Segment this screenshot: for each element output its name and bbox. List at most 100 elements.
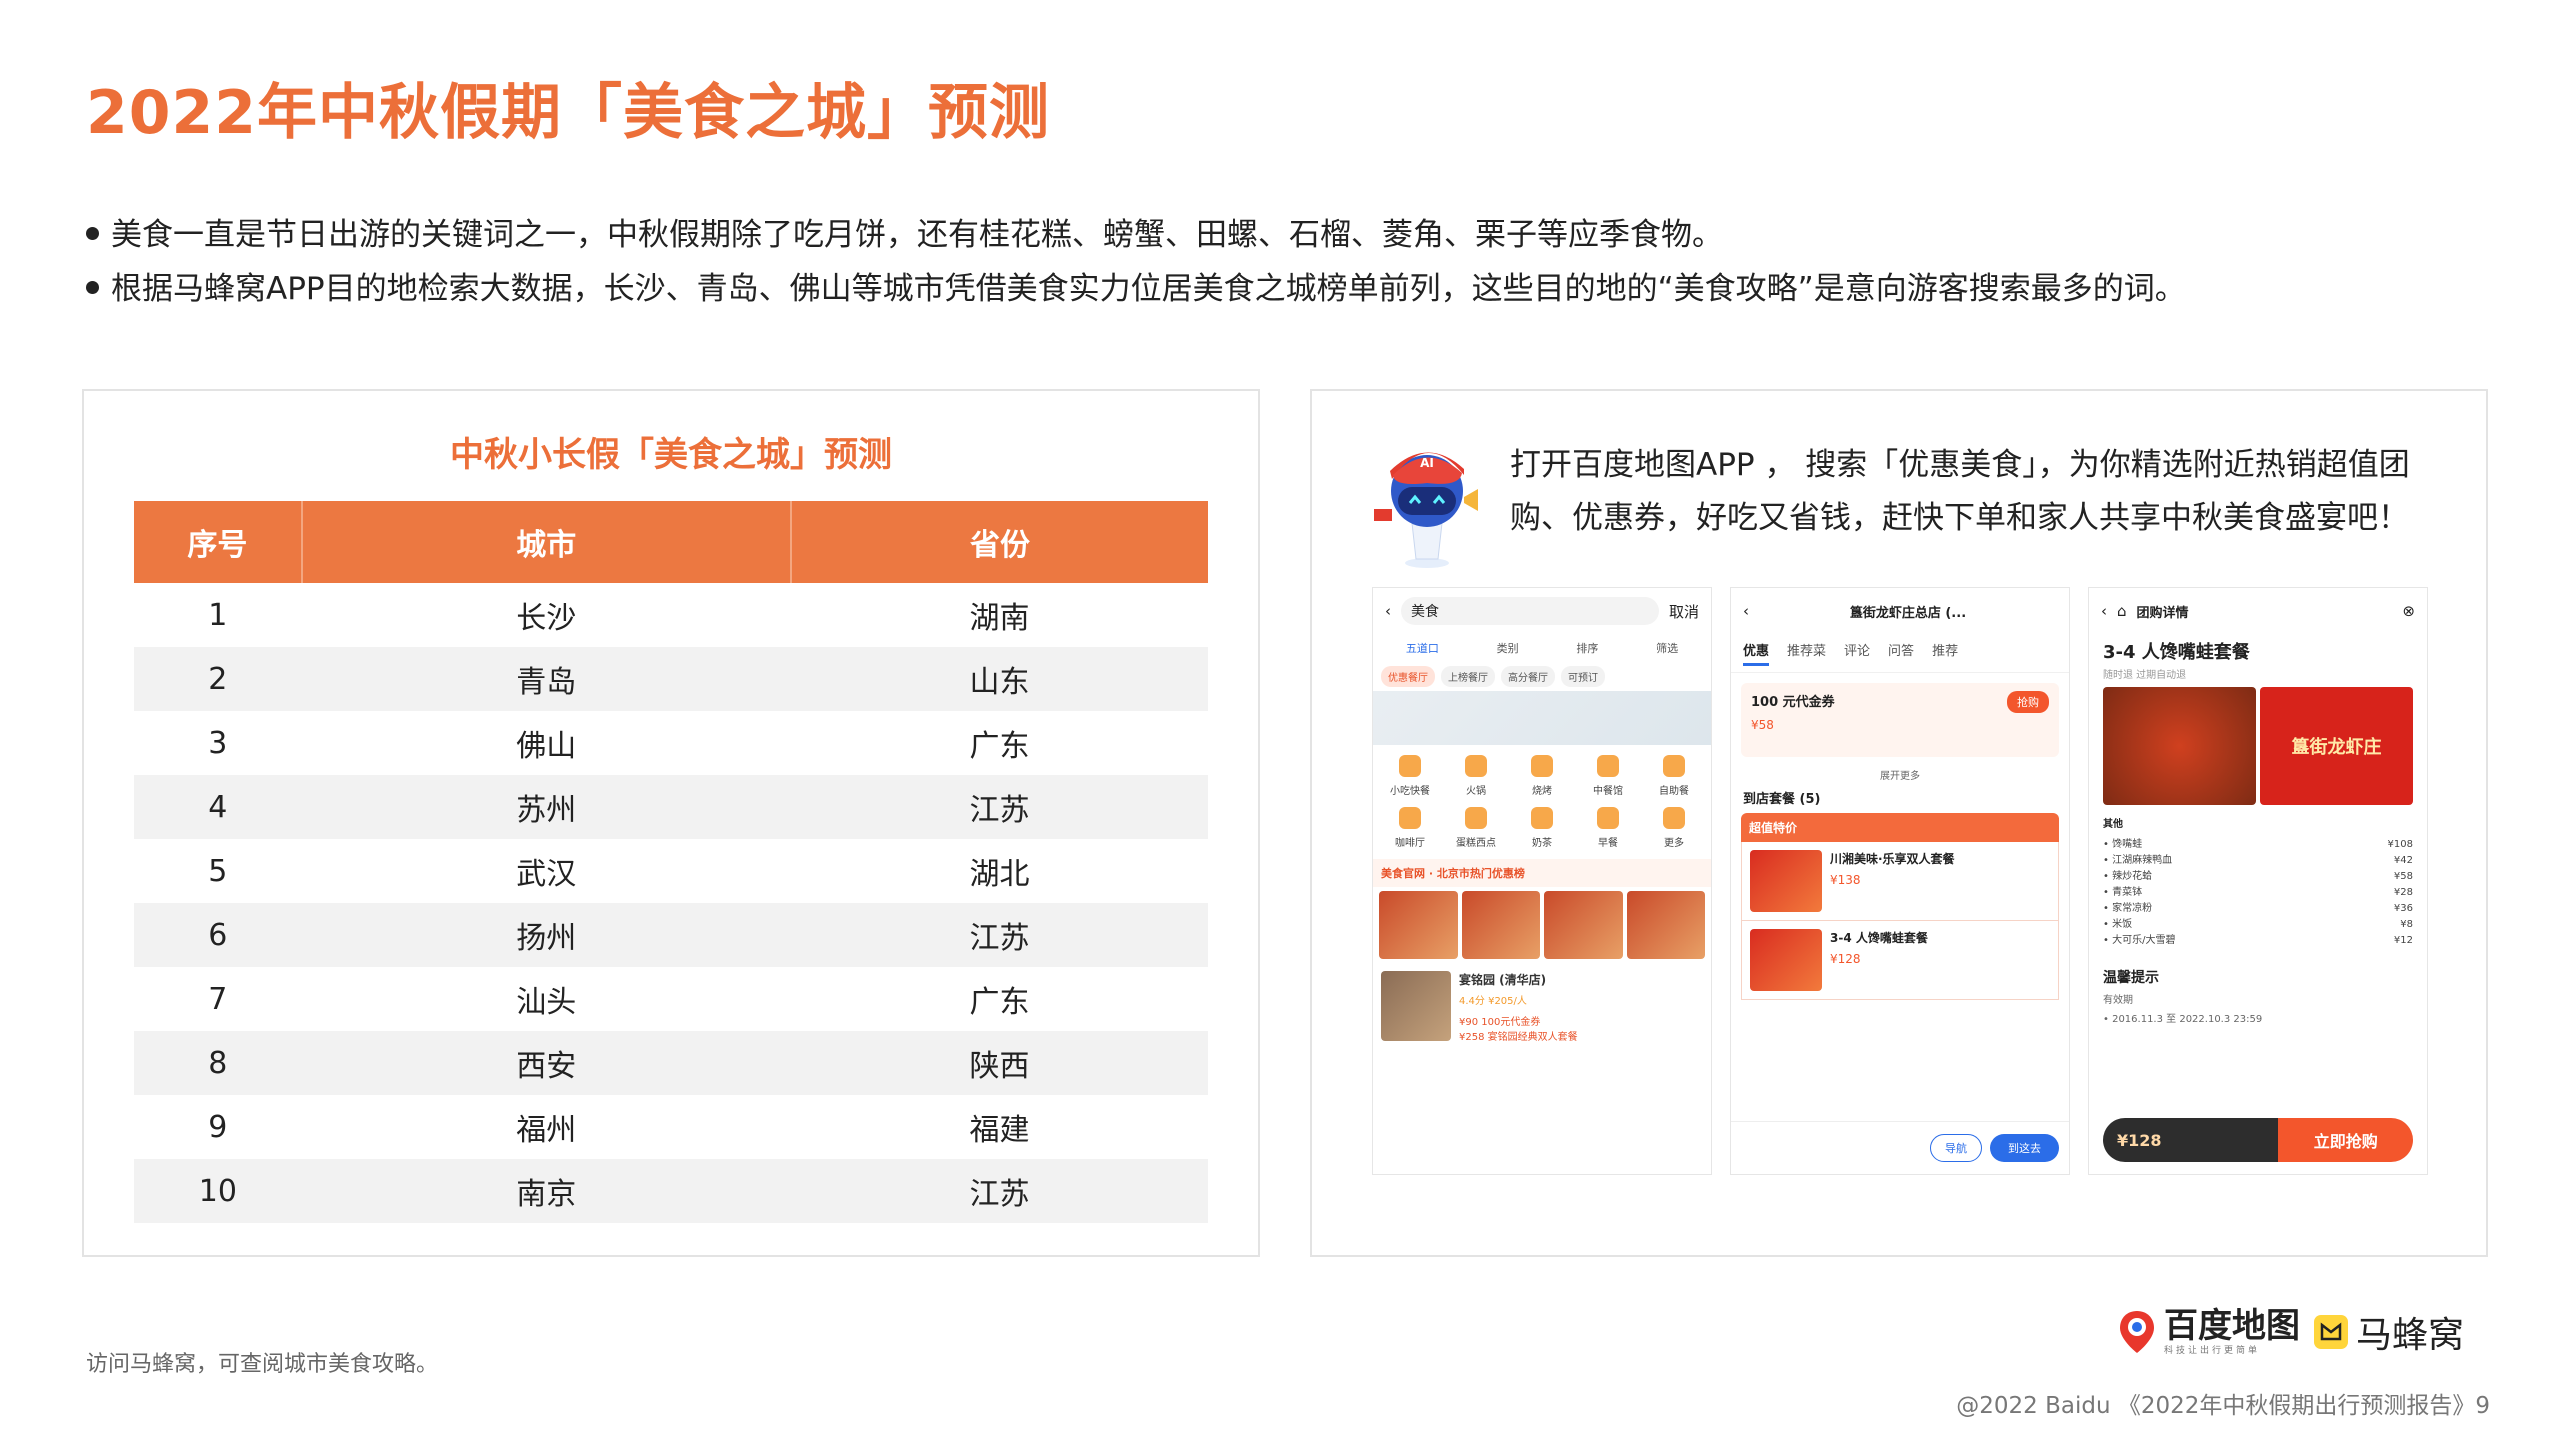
- province-cell: 山东: [790, 647, 1208, 711]
- shop-tabs: 优惠 推荐菜 评论 问答 推荐: [1731, 634, 2069, 673]
- deal-item[interactable]: 3-4 人馋嘴蛙套餐 ¥128: [1741, 921, 2059, 1000]
- city-cell: 福州: [516, 1113, 577, 1148]
- coupon-line: ¥90 100元代金券: [1459, 1017, 1541, 1028]
- ranking-card: 中秋小长假「美食之城」预测 序号 城市 省份 1 长沙 湖南 2 青岛 山东 3 佛山 广东…: [82, 389, 1260, 1257]
- province-cell: 广东: [969, 985, 1030, 1020]
- table-row: 10 南京 江苏: [134, 1159, 1208, 1223]
- phone-screenshot-shop-detail: ‹ 簋街龙虾庄总店 (... 优惠 推荐菜 评论 问答 推荐 100 元代金券 …: [1730, 587, 2070, 1175]
- category-item[interactable]: 咖啡厅: [1377, 807, 1443, 849]
- category-item[interactable]: 更多: [1641, 807, 1707, 849]
- province-cell: 江苏: [790, 903, 1208, 967]
- city-cell: 汕头: [516, 985, 577, 1020]
- navigate-button[interactable]: 导航: [1930, 1134, 1982, 1162]
- tab-dishes[interactable]: 推荐菜: [1787, 640, 1826, 666]
- table-header-row: 序号 城市 省份: [134, 501, 1208, 583]
- list-item: • 大可乐/大雪碧 ¥12: [2103, 935, 2413, 946]
- tab-recommend[interactable]: 推荐: [1932, 640, 1958, 666]
- baidu-map-logo: 百度地图 科技让出行更简单: [2118, 1309, 2300, 1356]
- buffet-icon: [1663, 755, 1685, 777]
- rank-cell: 8: [134, 1031, 302, 1095]
- back-icon[interactable]: ‹: [2101, 602, 2107, 620]
- filter-sort[interactable]: 排序: [1576, 640, 1598, 656]
- baidu-logo-text: 百度地图: [2164, 1305, 2300, 1346]
- list-item: • 青菜钵 ¥28: [2103, 887, 2413, 898]
- expand-link[interactable]: 展开更多: [1731, 767, 2069, 782]
- back-icon[interactable]: ‹: [1385, 602, 1391, 620]
- breakfast-icon: [1597, 807, 1619, 829]
- shop-sign: 簋街龙虾庄: [2260, 687, 2413, 805]
- grab-button[interactable]: 抢购: [2007, 691, 2049, 713]
- food-photo[interactable]: [1626, 891, 1705, 959]
- category-item[interactable]: 火锅: [1443, 755, 1509, 797]
- search-input[interactable]: 美食: [1401, 597, 1659, 625]
- deal-images: 簋街龙虾庄: [2103, 687, 2413, 805]
- province-cell: 陕西: [790, 1031, 1208, 1095]
- coupon-line: ¥258 宴铭园经典双人套餐: [1459, 1032, 1578, 1043]
- chip[interactable]: 优惠餐厅: [1381, 666, 1435, 687]
- category-item[interactable]: 蛋糕西点: [1443, 807, 1509, 849]
- category-grid: 小吃快餐 火锅 烧烤 中餐馆 自助餐 咖啡厅 蛋糕西点 奶茶 早餐 更多: [1373, 745, 1711, 859]
- tips-title: 温馨提示: [2103, 970, 2159, 986]
- items-label: 其他: [2103, 819, 2123, 830]
- category-item[interactable]: 中餐馆: [1575, 755, 1641, 797]
- list-item: • 家常凉粉 ¥36: [2103, 903, 2413, 914]
- search-bar: ‹ 美食 取消: [1373, 588, 1711, 634]
- list-item[interactable]: 宴铭园 (清华店) 4.4分 ¥205/人 ¥90 100元代金券 ¥258 宴…: [1373, 963, 1711, 1051]
- filter-location[interactable]: 五道口: [1406, 640, 1439, 656]
- header-rank: 序号: [134, 501, 303, 583]
- rank-cell: 9: [208, 1109, 228, 1145]
- table-row: 6 扬州 江苏: [134, 903, 1208, 967]
- tab-qa[interactable]: 问答: [1888, 640, 1914, 666]
- city-cell: 苏州: [301, 775, 791, 839]
- food-photo[interactable]: [1379, 891, 1458, 959]
- map-pin-icon: [2120, 1311, 2154, 1353]
- rank-cell: 1: [208, 597, 228, 633]
- table-row: 5 武汉 湖北: [134, 839, 1208, 903]
- deal-name: 3-4 人馋嘴蛙套餐: [1830, 931, 1928, 945]
- deal-item[interactable]: 川湘美味·乐享双人套餐 ¥138: [1741, 842, 2059, 921]
- header-province: 省份: [790, 501, 1208, 583]
- deal-subtitle: 随时退 过期自动退: [2103, 670, 2187, 681]
- bullet-item: 美食一直是节日出游的关键词之一，中秋假期除了吃月饼，还有桂花糕、螃蟹、田螺、石榴…: [86, 208, 2186, 262]
- category-item[interactable]: 早餐: [1575, 807, 1641, 849]
- home-icon[interactable]: ⌂: [2117, 602, 2127, 620]
- city-cell: 佛山: [516, 729, 577, 764]
- bullet-text: 美食一直是节日出游的关键词之一，中秋假期除了吃月饼，还有桂花糕、螃蟹、田螺、石榴…: [111, 217, 1723, 253]
- food-photo[interactable]: [1544, 891, 1623, 959]
- chip[interactable]: 高分餐厅: [1501, 666, 1555, 687]
- list-item: • 馋嘴蛙 ¥108: [2103, 839, 2413, 850]
- category-item[interactable]: 自助餐: [1641, 755, 1707, 797]
- deal-header: 超值特价: [1741, 813, 2059, 842]
- filter-category[interactable]: 类别: [1497, 640, 1519, 656]
- chip[interactable]: 可预订: [1561, 666, 1605, 687]
- bullet-item: 根据马蜂窝APP目的地检索大数据，长沙、青岛、佛山等城市凭借美食实力位居美食之城…: [86, 262, 2186, 316]
- table-row: 4 苏州 江苏: [134, 775, 1208, 839]
- table-row: 9 福州 福建: [134, 1095, 1208, 1159]
- validity-range: • 2016.11.3 至 2022.10.3 23:59: [2103, 1014, 2263, 1025]
- close-icon[interactable]: ⊗: [2402, 602, 2415, 620]
- ranking-table-title: 中秋小长假「美食之城」预测: [450, 435, 892, 475]
- back-icon[interactable]: ‹: [1743, 602, 1749, 620]
- section-label: 美食官网 · 北京市热门优惠榜: [1373, 859, 1711, 887]
- category-item[interactable]: 奶茶: [1509, 807, 1575, 849]
- go-there-button[interactable]: 到这去: [1990, 1134, 2059, 1162]
- dish-photo[interactable]: [2103, 687, 2256, 805]
- food-photo[interactable]: [1461, 891, 1540, 959]
- category-item[interactable]: 烧烤: [1509, 755, 1575, 797]
- buy-now-button[interactable]: 立即抢购: [2278, 1118, 2413, 1162]
- table-row: 1 长沙 湖南: [134, 583, 1208, 647]
- filter-more[interactable]: 筛选: [1656, 640, 1678, 656]
- rank-cell: 4: [134, 775, 302, 839]
- chip[interactable]: 上榜餐厅: [1441, 666, 1495, 687]
- city-cell: 扬州: [301, 903, 791, 967]
- city-cell: 武汉: [516, 857, 577, 892]
- cancel-button[interactable]: 取消: [1669, 601, 1699, 622]
- category-item[interactable]: 小吃快餐: [1377, 755, 1443, 797]
- shop-rating: 4.4分 ¥205/人: [1459, 996, 1527, 1007]
- rank-cell: 7: [208, 981, 228, 1017]
- source-note: 访问马蜂窝，可查阅城市美食攻略。: [86, 1352, 439, 1377]
- tab-reviews[interactable]: 评论: [1844, 640, 1870, 666]
- phone-screenshot-deal-detail: ‹ ⌂ 团购详情 ⊗ 3-4 人馋嘴蛙套餐 随时退 过期自动退 簋街龙虾庄 其他…: [2088, 587, 2428, 1175]
- tab-offers[interactable]: 优惠: [1743, 640, 1770, 666]
- deal-name: 川湘美味·乐享双人套餐: [1830, 852, 1955, 866]
